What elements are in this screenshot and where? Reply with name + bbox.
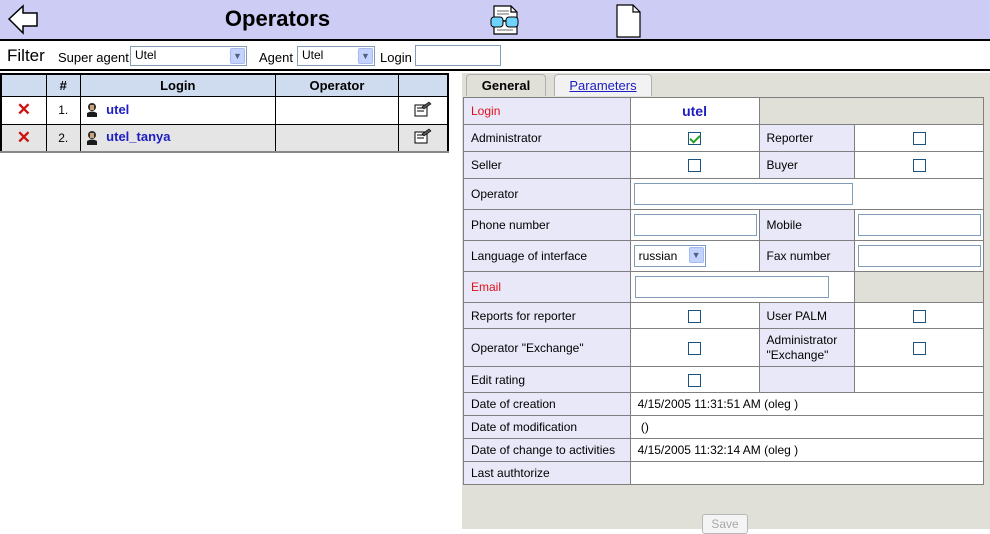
administrator-exchange-checkbox[interactable] [912,341,926,355]
table-row[interactable]: ✕ 2. utel_tanya [0,123,449,153]
user-icon [86,131,97,146]
mobile-label: Mobile [758,209,856,241]
super-agent-label: Super agent [58,50,129,65]
operator-form: Login utel Administrator Reporter Seller… [463,97,985,485]
date-of-activities-label: Date of change to activities [463,438,631,462]
operator-cell [274,123,400,153]
filter-label: Filter [7,46,45,65]
reports-for-reporter-label: Reports for reporter [463,302,631,329]
login-link[interactable]: utel [106,102,129,117]
fax-label: Fax number [758,240,856,272]
super-agent-select[interactable]: Utel ▼ [130,46,247,66]
operators-table: # Login Operator ✕ 1. utel ✕ 2. utel_tan… [0,73,449,153]
login-cell: utel_tanya [79,123,276,153]
column-header-operator[interactable]: Operator [274,73,400,97]
operator-exchange-checkbox[interactable] [688,341,702,355]
email-input[interactable] [634,276,829,298]
edit-properties-icon[interactable] [414,101,432,117]
agent-value: Utel [302,48,324,62]
delete-icon[interactable]: ✕ [0,95,47,125]
reports-for-reporter-checkbox[interactable] [688,309,702,323]
last-authorize-value [629,461,985,485]
login-link[interactable]: utel_tanya [106,129,170,144]
login-cell: utel [79,95,276,125]
super-agent-value: Utel [135,48,157,62]
date-of-creation-label: Date of creation [463,392,631,416]
buyer-checkbox[interactable] [912,159,926,173]
operator-exchange-label: Operator "Exchange" [463,328,631,367]
chevron-down-icon[interactable]: ▼ [230,48,245,64]
reporter-checkbox[interactable] [912,132,926,146]
tab-parameters[interactable]: Parameters [554,74,652,96]
seller-checkbox[interactable] [688,159,702,173]
login-value: utel [682,103,707,119]
tab-general[interactable]: General [466,74,546,96]
blank-document-icon[interactable] [614,4,642,38]
seller-label: Seller [463,151,631,179]
glasses-document-icon[interactable] [489,4,521,36]
page-title: Operators [224,6,331,31]
edit-rating-checkbox[interactable] [688,373,702,387]
language-value: russian [638,249,678,263]
operator-input[interactable] [633,183,853,205]
column-header-delete [0,73,47,97]
table-header-row: # Login Operator [0,73,449,97]
language-select[interactable]: russian ▼ [633,245,706,267]
phone-input[interactable] [633,214,757,236]
date-of-creation-value: 4/15/2005 11:31:51 AM (oleg ) [629,392,985,416]
operator-cell [274,95,400,125]
login-label: Login [463,97,631,125]
edit-properties-icon[interactable] [414,128,432,144]
edit-cell [398,95,449,125]
filter-bar: Filter Super agent Utel ▼ Agent Utel ▼ L… [0,41,990,71]
column-header-login[interactable]: Login [79,73,276,97]
delete-icon[interactable]: ✕ [0,123,47,153]
column-header-edit [398,73,449,97]
mobile-input[interactable] [858,214,982,236]
row-number: 2. [45,123,81,153]
header-bar: Operators [0,0,990,41]
agent-select[interactable]: Utel ▼ [297,46,375,66]
chevron-down-icon[interactable]: ▼ [688,247,704,263]
administrator-label: Administrator [463,124,631,152]
operator-label: Operator [463,178,631,210]
email-label: Email [463,271,631,303]
user-palm-checkbox[interactable] [912,309,926,323]
date-of-modification-value: () [629,415,985,439]
administrator-checkbox[interactable] [688,132,702,146]
login-filter-input[interactable] [415,45,501,66]
reporter-label: Reporter [758,124,856,152]
column-header-number: # [45,73,81,97]
agent-label: Agent [259,50,293,65]
language-label: Language of interface [463,240,631,272]
save-button[interactable]: Save [702,514,748,534]
buyer-label: Buyer [758,151,856,179]
administrator-exchange-label: Administrator "Exchange" [758,328,856,367]
phone-label: Phone number [463,209,631,241]
date-of-modification-label: Date of modification [463,415,631,439]
login-filter-label: Login [380,50,412,65]
edit-cell [398,123,449,153]
user-palm-label: User PALM [758,302,856,329]
fax-input[interactable] [858,245,982,267]
row-number: 1. [45,95,81,125]
table-row[interactable]: ✕ 1. utel [0,95,449,125]
user-icon [86,103,97,118]
date-of-activities-value: 4/15/2005 11:32:14 AM (oleg ) [629,438,985,462]
last-authorize-label: Last authtorize [463,461,631,485]
edit-rating-label: Edit rating [463,366,631,393]
chevron-down-icon[interactable]: ▼ [358,48,373,64]
back-arrow-icon[interactable] [6,3,40,37]
